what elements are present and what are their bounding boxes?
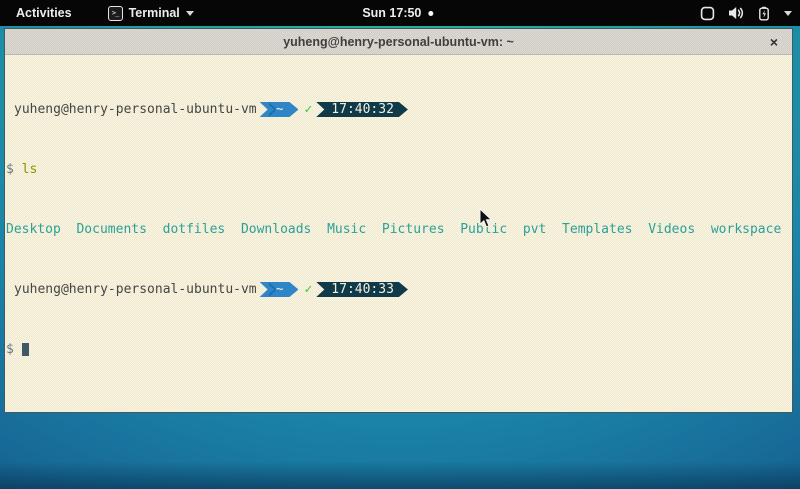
prompt-user-host: yuheng@henry-personal-ubuntu-vm (14, 102, 257, 117)
clock-button[interactable]: Sun 17:50 (362, 0, 433, 26)
prompt-cwd: ~ (276, 282, 284, 297)
activities-button[interactable]: Activities (10, 4, 78, 22)
window-titlebar[interactable]: yuheng@henry-personal-ubuntu-vm: ~ × (5, 29, 792, 55)
terminal-window: yuheng@henry-personal-ubuntu-vm: ~ × yuh… (4, 28, 793, 413)
input-line[interactable]: $ (6, 342, 791, 357)
command-text: ls (22, 162, 38, 177)
app-menu-terminal[interactable]: >_ Terminal (108, 6, 194, 21)
directory-entry: workspace (711, 222, 781, 237)
prompt-symbol: $ (6, 162, 14, 177)
screen-icon (700, 6, 715, 21)
terminal-cursor (22, 343, 30, 356)
directory-entry: Pictures (382, 222, 445, 237)
prompt-user-host: yuheng@henry-personal-ubuntu-vm (14, 282, 257, 297)
desktop-background: yuheng@henry-personal-ubuntu-vm: ~ × yuh… (0, 26, 800, 489)
terminal-app-icon-glyph: >_ (112, 10, 118, 17)
prompt-time-segment: 17:40:33 (316, 282, 408, 297)
app-menu-label: Terminal (129, 6, 180, 20)
directory-entry: Documents (76, 222, 146, 237)
terminal-content[interactable]: yuheng@henry-personal-ubuntu-vm ~ ✓ 17:4… (5, 55, 792, 412)
directory-entry: Public (460, 222, 507, 237)
prompt-time-segment: 17:40:32 (316, 102, 408, 117)
close-button[interactable]: × (770, 35, 778, 49)
directory-entry: Music (327, 222, 366, 237)
prompt-time: 17:40:33 (331, 282, 394, 297)
status-check-icon: ✓ (304, 102, 312, 117)
directory-entry: Templates (562, 222, 632, 237)
prompt-line-2: yuheng@henry-personal-ubuntu-vm ~ ✓ 17:4… (6, 282, 791, 297)
prompt-cwd-segment: ~ (260, 102, 299, 117)
directory-entry: Downloads (241, 222, 311, 237)
prompt-time: 17:40:32 (331, 102, 394, 117)
chevron-down-icon (784, 11, 792, 16)
notification-dot-icon (428, 11, 433, 16)
command-line: $ ls (6, 162, 791, 177)
status-check-icon: ✓ (304, 282, 312, 297)
window-title: yuheng@henry-personal-ubuntu-vm: ~ (283, 35, 514, 49)
clock-label: Sun 17:50 (362, 6, 421, 20)
ls-output-line: Desktop Documents dotfiles Downloads Music Pi… (6, 222, 791, 237)
top-bar: Activities >_ Terminal Sun 17:50 (0, 0, 800, 26)
prompt-symbol: $ (6, 342, 14, 357)
volume-icon (728, 6, 744, 20)
directory-entry: Videos (648, 222, 695, 237)
chevron-down-icon (186, 11, 194, 16)
system-status-area[interactable] (700, 0, 792, 26)
prompt-cwd: ~ (276, 102, 284, 117)
directory-entry: pvt (523, 222, 546, 237)
prompt-cwd-segment: ~ (260, 282, 299, 297)
prompt-line-1: yuheng@henry-personal-ubuntu-vm ~ ✓ 17:4… (6, 102, 791, 117)
directory-entry: Desktop (6, 222, 61, 237)
terminal-app-icon: >_ (108, 6, 123, 21)
directory-entry: dotfiles (163, 222, 226, 237)
battery-charging-icon (757, 6, 771, 21)
